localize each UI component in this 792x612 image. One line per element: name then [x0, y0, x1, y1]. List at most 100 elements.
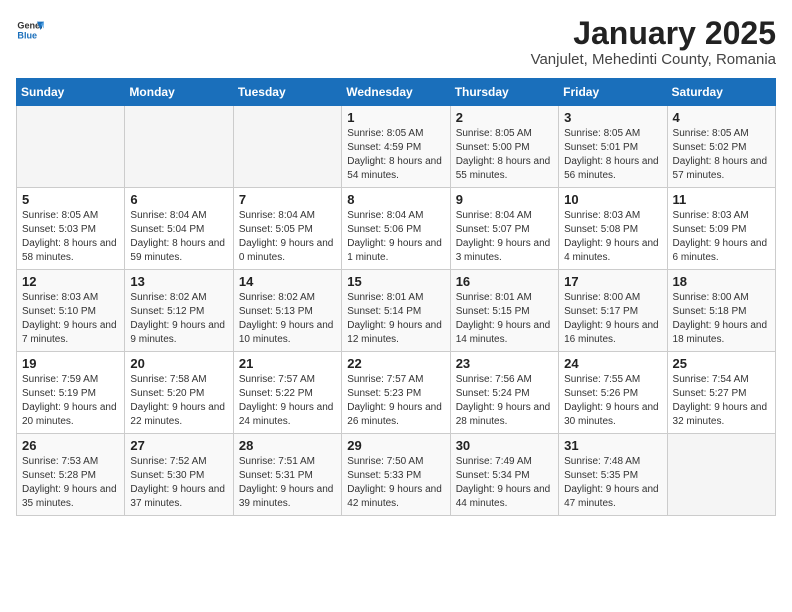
calendar-cell: 12 Sunrise: 8:03 AM Sunset: 5:10 PM Dayli… [17, 270, 125, 352]
calendar-week-1: 5 Sunrise: 8:05 AM Sunset: 5:03 PM Daylig… [17, 188, 776, 270]
header: General Blue January 2025 Vanjulet, Mehe… [16, 16, 776, 68]
weekday-wednesday: Wednesday [342, 79, 450, 106]
weekday-row: Sunday Monday Tuesday Wednesday Thursday… [17, 79, 776, 106]
calendar-cell [667, 434, 775, 516]
day-info: Sunrise: 7:48 AM Sunset: 5:35 PM Dayligh… [564, 455, 661, 511]
day-number: 12 [22, 274, 119, 289]
calendar-cell: 16 Sunrise: 8:01 AM Sunset: 5:15 PM Dayli… [450, 270, 558, 352]
calendar-cell: 25Sunrise: 7:54 AM Sunset: 5:27 PM Dayli… [667, 352, 775, 434]
day-number: 17 [564, 274, 661, 289]
day-number: 14 [239, 274, 336, 289]
calendar-week-4: 26 Sunrise: 7:53 AM Sunset: 5:28 PM Dayli… [17, 434, 776, 516]
weekday-tuesday: Tuesday [233, 79, 341, 106]
calendar-cell: 28 Sunrise: 7:51 AM Sunset: 5:31 PM Dayli… [233, 434, 341, 516]
day-number: 22 [347, 356, 444, 371]
calendar-cell: 27 Sunrise: 7:52 AM Sunset: 5:30 PM Dayli… [125, 434, 233, 516]
day-number: 10 [564, 192, 661, 207]
day-number: 6 [130, 192, 227, 207]
day-number: 30 [456, 438, 553, 453]
day-info: Sunrise: 8:01 AM Sunset: 5:15 PM Dayligh… [456, 291, 553, 347]
calendar-cell: 24 Sunrise: 7:55 AM Sunset: 5:26 PM Dayli… [559, 352, 667, 434]
day-info: Sunrise: 7:57 AM Sunset: 5:22 PM Dayligh… [239, 373, 336, 429]
day-number: 11 [673, 192, 770, 207]
svg-text:Blue: Blue [17, 30, 37, 40]
calendar-cell [125, 106, 233, 188]
day-info: Sunrise: 7:53 AM Sunset: 5:28 PM Dayligh… [22, 455, 119, 511]
day-number: 27 [130, 438, 227, 453]
day-info: Sunrise: 7:51 AM Sunset: 5:31 PM Dayligh… [239, 455, 336, 511]
day-info: Sunrise: 7:50 AM Sunset: 5:33 PM Dayligh… [347, 455, 444, 511]
calendar-cell: 14 Sunrise: 8:02 AM Sunset: 5:13 PM Dayli… [233, 270, 341, 352]
weekday-sunday: Sunday [17, 79, 125, 106]
calendar-cell: 5 Sunrise: 8:05 AM Sunset: 5:03 PM Daylig… [17, 188, 125, 270]
day-info: Sunrise: 8:03 AM Sunset: 5:08 PM Dayligh… [564, 209, 661, 265]
weekday-friday: Friday [559, 79, 667, 106]
calendar-body: 1Sunrise: 8:05 AM Sunset: 4:59 PM Daylig… [17, 106, 776, 516]
day-info: Sunrise: 7:55 AM Sunset: 5:26 PM Dayligh… [564, 373, 661, 429]
day-info: Sunrise: 8:05 AM Sunset: 5:01 PM Dayligh… [564, 127, 661, 183]
calendar-cell: 23 Sunrise: 7:56 AM Sunset: 5:24 PM Dayli… [450, 352, 558, 434]
day-number: 31 [564, 438, 661, 453]
day-number: 16 [456, 274, 553, 289]
day-info: Sunrise: 8:04 AM Sunset: 5:07 PM Dayligh… [456, 209, 553, 265]
day-number: 26 [22, 438, 119, 453]
calendar-cell: 2 Sunrise: 8:05 AM Sunset: 5:00 PM Daylig… [450, 106, 558, 188]
day-info: Sunrise: 7:52 AM Sunset: 5:30 PM Dayligh… [130, 455, 227, 511]
day-number: 28 [239, 438, 336, 453]
day-info: Sunrise: 8:05 AM Sunset: 5:00 PM Dayligh… [456, 127, 553, 183]
logo: General Blue [16, 16, 44, 44]
day-number: 25 [673, 356, 770, 371]
day-number: 18 [673, 274, 770, 289]
calendar-cell [17, 106, 125, 188]
calendar-cell: 7Sunrise: 8:04 AM Sunset: 5:05 PM Daylig… [233, 188, 341, 270]
day-info: Sunrise: 8:03 AM Sunset: 5:09 PM Dayligh… [673, 209, 770, 265]
weekday-thursday: Thursday [450, 79, 558, 106]
calendar-cell [233, 106, 341, 188]
day-number: 2 [456, 110, 553, 125]
day-info: Sunrise: 8:02 AM Sunset: 5:12 PM Dayligh… [130, 291, 227, 347]
day-number: 4 [673, 110, 770, 125]
day-number: 20 [130, 356, 227, 371]
calendar-week-3: 19 Sunrise: 7:59 AM Sunset: 5:19 PM Dayli… [17, 352, 776, 434]
calendar-cell: 1Sunrise: 8:05 AM Sunset: 4:59 PM Daylig… [342, 106, 450, 188]
day-number: 24 [564, 356, 661, 371]
day-number: 7 [239, 192, 336, 207]
calendar-cell: 13 Sunrise: 8:02 AM Sunset: 5:12 PM Dayli… [125, 270, 233, 352]
weekday-monday: Monday [125, 79, 233, 106]
day-number: 15 [347, 274, 444, 289]
calendar-cell: 31 Sunrise: 7:48 AM Sunset: 5:35 PM Dayli… [559, 434, 667, 516]
calendar-week-2: 12 Sunrise: 8:03 AM Sunset: 5:10 PM Dayli… [17, 270, 776, 352]
calendar-cell: 10 Sunrise: 8:03 AM Sunset: 5:08 PM Dayli… [559, 188, 667, 270]
day-number: 9 [456, 192, 553, 207]
day-number: 23 [456, 356, 553, 371]
calendar-subtitle: Vanjulet, Mehedinti County, Romania [531, 51, 776, 68]
calendar-cell: 17 Sunrise: 8:00 AM Sunset: 5:17 PM Dayli… [559, 270, 667, 352]
calendar-table: Sunday Monday Tuesday Wednesday Thursday… [16, 78, 776, 516]
day-info: Sunrise: 8:02 AM Sunset: 5:13 PM Dayligh… [239, 291, 336, 347]
day-info: Sunrise: 8:00 AM Sunset: 5:18 PM Dayligh… [673, 291, 770, 347]
calendar-cell: 6 Sunrise: 8:04 AM Sunset: 5:04 PM Daylig… [125, 188, 233, 270]
calendar-cell: 29 Sunrise: 7:50 AM Sunset: 5:33 PM Dayli… [342, 434, 450, 516]
day-info: Sunrise: 8:05 AM Sunset: 5:03 PM Dayligh… [22, 209, 119, 265]
weekday-saturday: Saturday [667, 79, 775, 106]
day-info: Sunrise: 8:04 AM Sunset: 5:04 PM Dayligh… [130, 209, 227, 265]
calendar-cell: 15Sunrise: 8:01 AM Sunset: 5:14 PM Dayli… [342, 270, 450, 352]
day-number: 13 [130, 274, 227, 289]
calendar-header: Sunday Monday Tuesday Wednesday Thursday… [17, 79, 776, 106]
calendar-cell: 4Sunrise: 8:05 AM Sunset: 5:02 PM Daylig… [667, 106, 775, 188]
day-number: 19 [22, 356, 119, 371]
calendar-week-0: 1Sunrise: 8:05 AM Sunset: 4:59 PM Daylig… [17, 106, 776, 188]
calendar-cell: 18 Sunrise: 8:00 AM Sunset: 5:18 PM Dayli… [667, 270, 775, 352]
day-info: Sunrise: 8:05 AM Sunset: 4:59 PM Dayligh… [347, 127, 444, 183]
day-info: Sunrise: 7:59 AM Sunset: 5:19 PM Dayligh… [22, 373, 119, 429]
day-info: Sunrise: 7:49 AM Sunset: 5:34 PM Dayligh… [456, 455, 553, 511]
title-area: January 2025 Vanjulet, Mehedinti County,… [531, 16, 776, 68]
day-info: Sunrise: 8:04 AM Sunset: 5:06 PM Dayligh… [347, 209, 444, 265]
day-info: Sunrise: 8:03 AM Sunset: 5:10 PM Dayligh… [22, 291, 119, 347]
day-number: 29 [347, 438, 444, 453]
day-number: 5 [22, 192, 119, 207]
day-info: Sunrise: 7:56 AM Sunset: 5:24 PM Dayligh… [456, 373, 553, 429]
logo-icon: General Blue [16, 16, 44, 44]
calendar-cell: 19 Sunrise: 7:59 AM Sunset: 5:19 PM Dayli… [17, 352, 125, 434]
day-info: Sunrise: 8:00 AM Sunset: 5:17 PM Dayligh… [564, 291, 661, 347]
